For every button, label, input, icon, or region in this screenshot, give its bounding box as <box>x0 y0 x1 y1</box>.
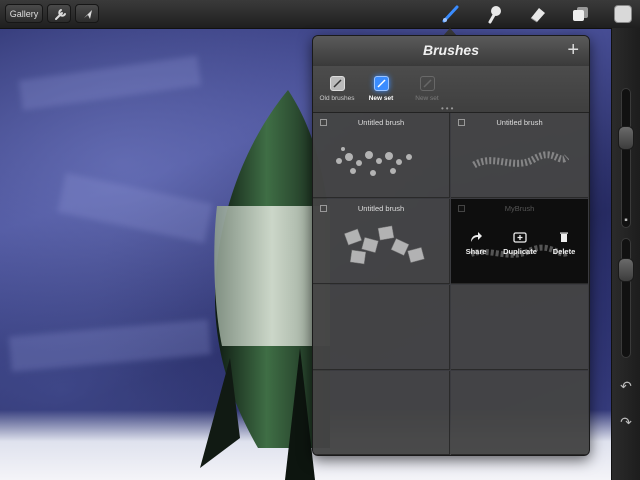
redo-icon[interactable]: ↷ <box>618 414 634 430</box>
gallery-button[interactable]: Gallery <box>5 4 43 23</box>
right-sidebar: ▪ ↶ ↷ <box>611 28 640 480</box>
duplicate-label: Duplicate <box>503 247 537 256</box>
brush-name: Untitled brush <box>357 118 405 127</box>
eraser-icon[interactable] <box>527 4 549 24</box>
empty-brush-slot <box>451 371 588 455</box>
empty-brush-slot <box>451 285 588 370</box>
brush-item[interactable]: Untitled brush <box>313 199 450 284</box>
brush-size-slider[interactable] <box>621 88 631 228</box>
brush-name: MyBrush <box>504 204 535 213</box>
brushes-popover: Brushes + Old brushes New set New set ••… <box>312 35 590 456</box>
brush-name: Untitled brush <box>357 204 405 213</box>
brush-size-knob[interactable] <box>618 126 634 150</box>
smudge-icon[interactable] <box>484 4 506 24</box>
top-toolbar: Gallery <box>0 0 640 29</box>
brush-stroke-preview <box>336 147 412 176</box>
page-indicator: ••• <box>441 104 456 113</box>
brush-set-label: New set <box>415 95 439 102</box>
brush-set-icon <box>329 76 345 91</box>
layers-icon[interactable] <box>570 4 592 24</box>
brush-stroke-preview <box>472 151 569 169</box>
brush-set-icon <box>419 76 435 91</box>
opacity-slider[interactable] <box>621 238 631 358</box>
share-button[interactable]: Share <box>459 231 493 256</box>
brush-set-new-set[interactable]: New set <box>359 72 403 112</box>
brush-set-label: Old brushes <box>319 95 355 102</box>
wrench-icon <box>55 9 66 20</box>
duplicate-icon <box>501 231 539 245</box>
brush-item-selected[interactable]: MyBrush Share Duplicate Delete <box>451 199 588 284</box>
empty-brush-slot <box>313 285 450 370</box>
brush-icon[interactable] <box>440 4 462 24</box>
actions-button[interactable] <box>47 4 71 23</box>
duplicate-button[interactable]: Duplicate <box>501 231 539 256</box>
brush-item[interactable]: Untitled brush <box>313 113 450 198</box>
undo-icon[interactable]: ↶ <box>618 378 634 394</box>
delete-button[interactable]: Delete <box>547 231 581 256</box>
brush-set-old-brushes[interactable]: Old brushes <box>315 72 359 112</box>
opacity-knob[interactable] <box>618 258 634 282</box>
cursor-icon <box>84 10 92 19</box>
brush-grid: Untitled brush Untitled brush Untitled b… <box>313 113 589 455</box>
brush-item[interactable]: Untitled brush <box>451 113 588 198</box>
delete-label: Delete <box>552 247 576 256</box>
brush-stroke-preview <box>344 225 425 265</box>
brush-name: Untitled brush <box>496 118 543 127</box>
modify-button-icon[interactable]: ▪ <box>618 213 634 229</box>
brush-set-icon <box>373 76 389 91</box>
trash-icon <box>547 231 581 245</box>
color-swatch[interactable] <box>614 5 632 23</box>
add-brush-icon[interactable]: + <box>567 39 579 61</box>
share-icon <box>459 231 493 245</box>
popover-title: Brushes <box>422 42 480 58</box>
brush-set-label: New set <box>368 95 394 102</box>
transform-button[interactable] <box>75 4 99 23</box>
share-label: Share <box>465 247 487 256</box>
popover-header: Brushes + <box>313 36 589 67</box>
empty-brush-slot <box>313 371 450 455</box>
